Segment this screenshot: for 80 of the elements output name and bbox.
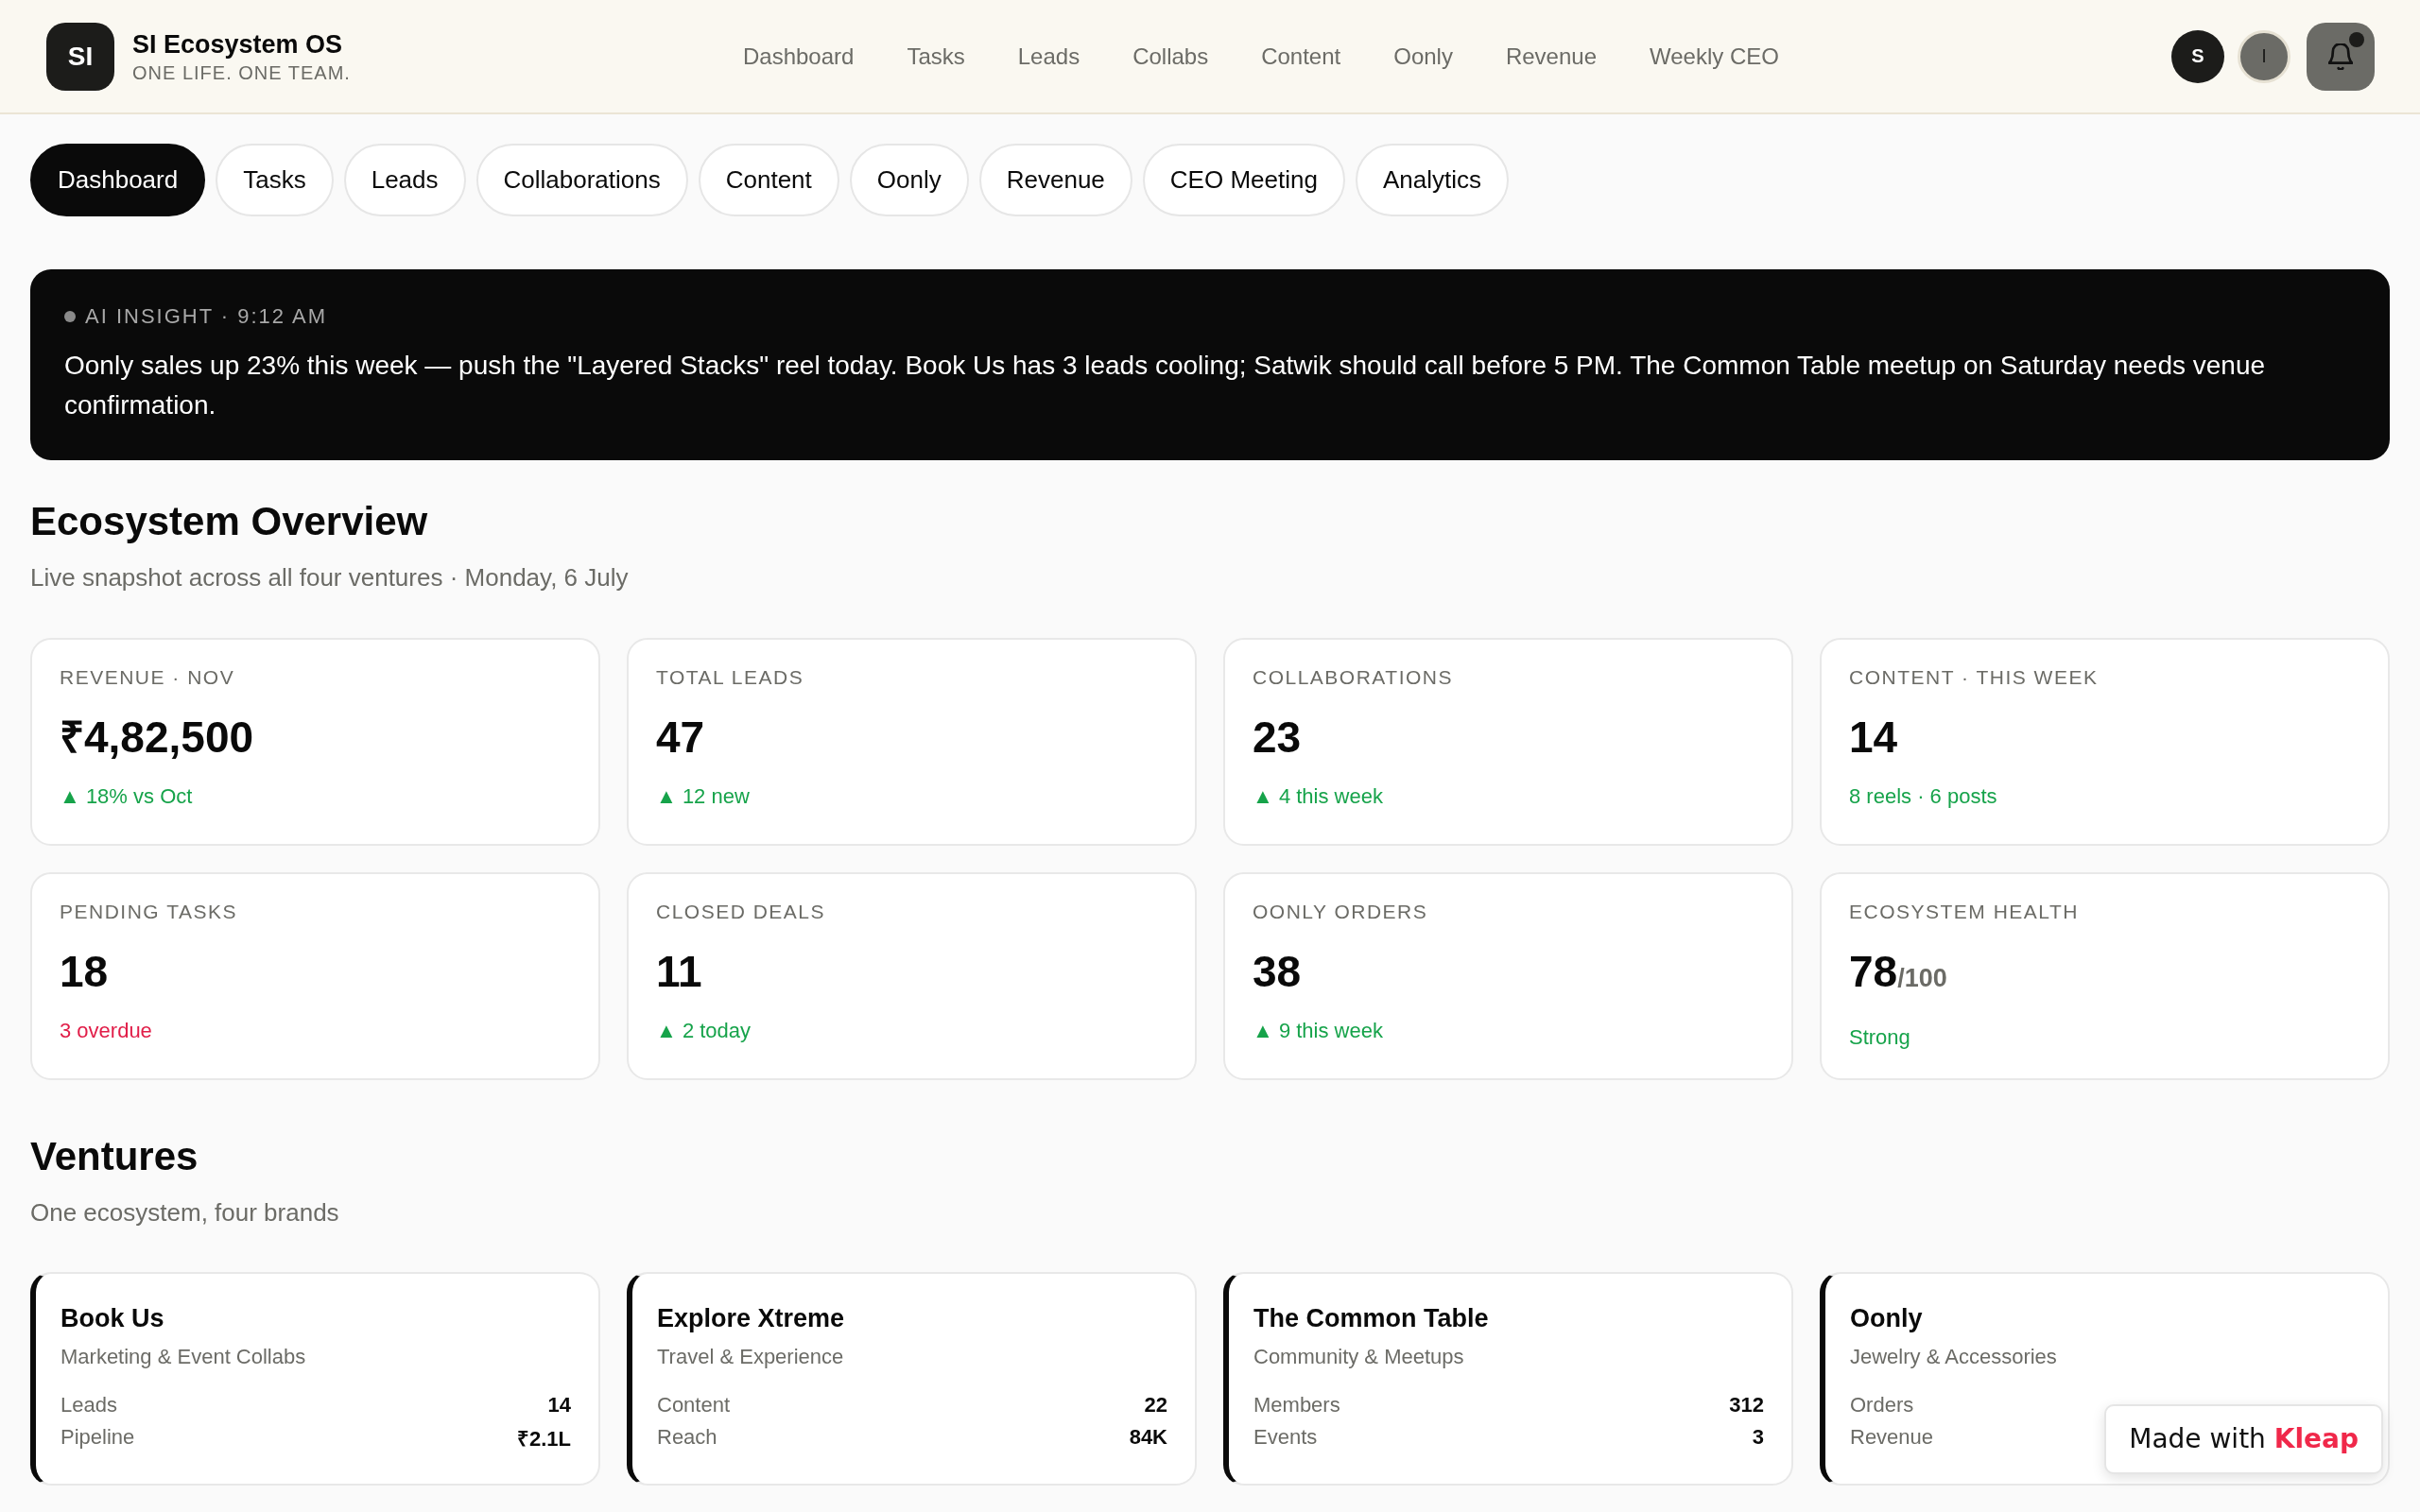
section-subtitle: One ecosystem, four brands (30, 1197, 340, 1228)
tab[interactable]: Oonly (849, 144, 969, 216)
tab[interactable]: Dashboard (30, 144, 206, 216)
venture-name: Oonly (1850, 1303, 1924, 1334)
venture-card[interactable]: Explore Xtreme Travel & Experience Content 22 Reach 84K (627, 1272, 1197, 1486)
stat-note: ▲ 9 this week (1253, 1018, 1383, 1044)
dot-icon (64, 311, 76, 322)
tab[interactable]: Revenue (978, 144, 1132, 216)
stat-note: ▲ 4 this week (1253, 783, 1383, 810)
stat-label: CLOSED DEALS (656, 900, 826, 924)
nav-link[interactable]: Tasks (907, 42, 965, 71)
bell-icon (2328, 43, 2353, 70)
metric-value: 14 (547, 1393, 571, 1418)
tab[interactable]: Collaborations (475, 144, 688, 216)
made-with-link[interactable]: Made with Kleap (2104, 1404, 2383, 1474)
metric-label: Members (1253, 1393, 1340, 1418)
stat-label: OONLY ORDERS (1253, 900, 1428, 924)
nav-link[interactable]: Leads (1017, 42, 1080, 71)
nav-link[interactable]: Collabs (1132, 42, 1209, 71)
stat-label: COLLABORATIONS (1253, 665, 1453, 690)
venture-category: Marketing & Event Collabs (60, 1344, 307, 1370)
nav-link[interactable]: Oonly (1393, 42, 1453, 71)
metric-value: ₹2.1L (516, 1426, 571, 1452)
venture-name: Explore Xtreme (657, 1303, 846, 1334)
stat-value: 38 (1253, 946, 1302, 998)
tab[interactable]: Leads (343, 144, 466, 216)
app-tagline: ONE LIFE. ONE TEAM. (132, 60, 351, 84)
tab[interactable]: Tasks (216, 144, 334, 216)
metric-value: 312 (1729, 1393, 1764, 1418)
insight-label: AI INSIGHT · 9:12 AM (85, 303, 327, 330)
nav-link[interactable]: Weekly CEO (1650, 42, 1779, 71)
metric-label: Content (657, 1393, 731, 1418)
stat-label: ECOSYSTEM HEALTH (1849, 900, 2079, 924)
nav-link[interactable]: Dashboard (742, 42, 855, 71)
stat-value: 18 (60, 946, 109, 998)
stat-value: 23 (1253, 712, 1302, 764)
section-subtitle: Live snapshot across all four ventures · Monday, 6 July (30, 562, 630, 593)
section-title: Ventures (30, 1133, 199, 1180)
tab[interactable]: Analytics (1355, 144, 1509, 216)
stat-note: Strong (1849, 1024, 1910, 1051)
stat-label: PENDING TASKS (60, 900, 237, 924)
stat-value: 47 (656, 712, 705, 764)
metric-value: 3 (1752, 1425, 1764, 1450)
stat-value: 11 (656, 946, 702, 998)
venture-name: Book Us (60, 1303, 165, 1334)
section-title: Ecosystem Overview (30, 498, 429, 545)
stat-note: 3 overdue (60, 1018, 152, 1044)
tab[interactable]: Content (698, 144, 839, 216)
stat-label: REVENUE · NOV (60, 665, 235, 690)
venture-card[interactable]: Book Us Marketing & Event Collabs Leads 14 Pipeline ₹2.1L (30, 1272, 600, 1486)
stat-value: ₹4,82,500 (60, 712, 254, 764)
venture-category: Community & Meetups (1253, 1344, 1465, 1370)
metric-label: Events (1253, 1425, 1318, 1450)
metric-label: Reach (657, 1425, 717, 1450)
stat-note: ▲ 18% vs Oct (60, 783, 193, 810)
user-avatar[interactable]: S (2171, 29, 2224, 83)
metric-value: 84K (1129, 1425, 1167, 1450)
notifications-button[interactable] (2307, 22, 2375, 91)
nav-link[interactable]: Revenue (1505, 42, 1597, 71)
metric-label: Leads (60, 1393, 117, 1418)
app-title: SI Ecosystem OS (132, 28, 344, 60)
stat-label: TOTAL LEADS (656, 665, 804, 690)
metric-label: Revenue (1850, 1425, 1934, 1450)
metric-label: Orders (1850, 1393, 1914, 1418)
venture-category: Jewelry & Accessories (1850, 1344, 2058, 1370)
metric-value: 22 (1144, 1393, 1167, 1418)
metric-label: Pipeline (60, 1425, 135, 1450)
venture-name: The Common Table (1253, 1303, 1490, 1334)
stat-value: 78/100 (1849, 946, 1947, 998)
venture-card[interactable]: The Common Table Community & Meetups Members 312 Events 3 (1223, 1272, 1793, 1486)
stat-label: CONTENT · THIS WEEK (1849, 665, 2099, 690)
stat-note: 8 reels · 6 posts (1849, 783, 1997, 810)
nav-link[interactable]: Content (1261, 42, 1341, 71)
tab[interactable]: CEO Meeting (1142, 144, 1345, 216)
brand-logo[interactable]: SI (46, 22, 114, 91)
stat-note: ▲ 2 today (656, 1018, 752, 1044)
stat-value: 14 (1849, 712, 1898, 764)
stat-note: ▲ 12 new (656, 783, 750, 810)
venture-category: Travel & Experience (657, 1344, 845, 1370)
insight-text: Oonly sales up 23% this week — push the "Layered Stacks" reel today. Book Us has 3 leads cooling; Satwik should call before 5 PM. The Common Table meetup on Saturday needs venue confirmation. (64, 350, 2267, 421)
